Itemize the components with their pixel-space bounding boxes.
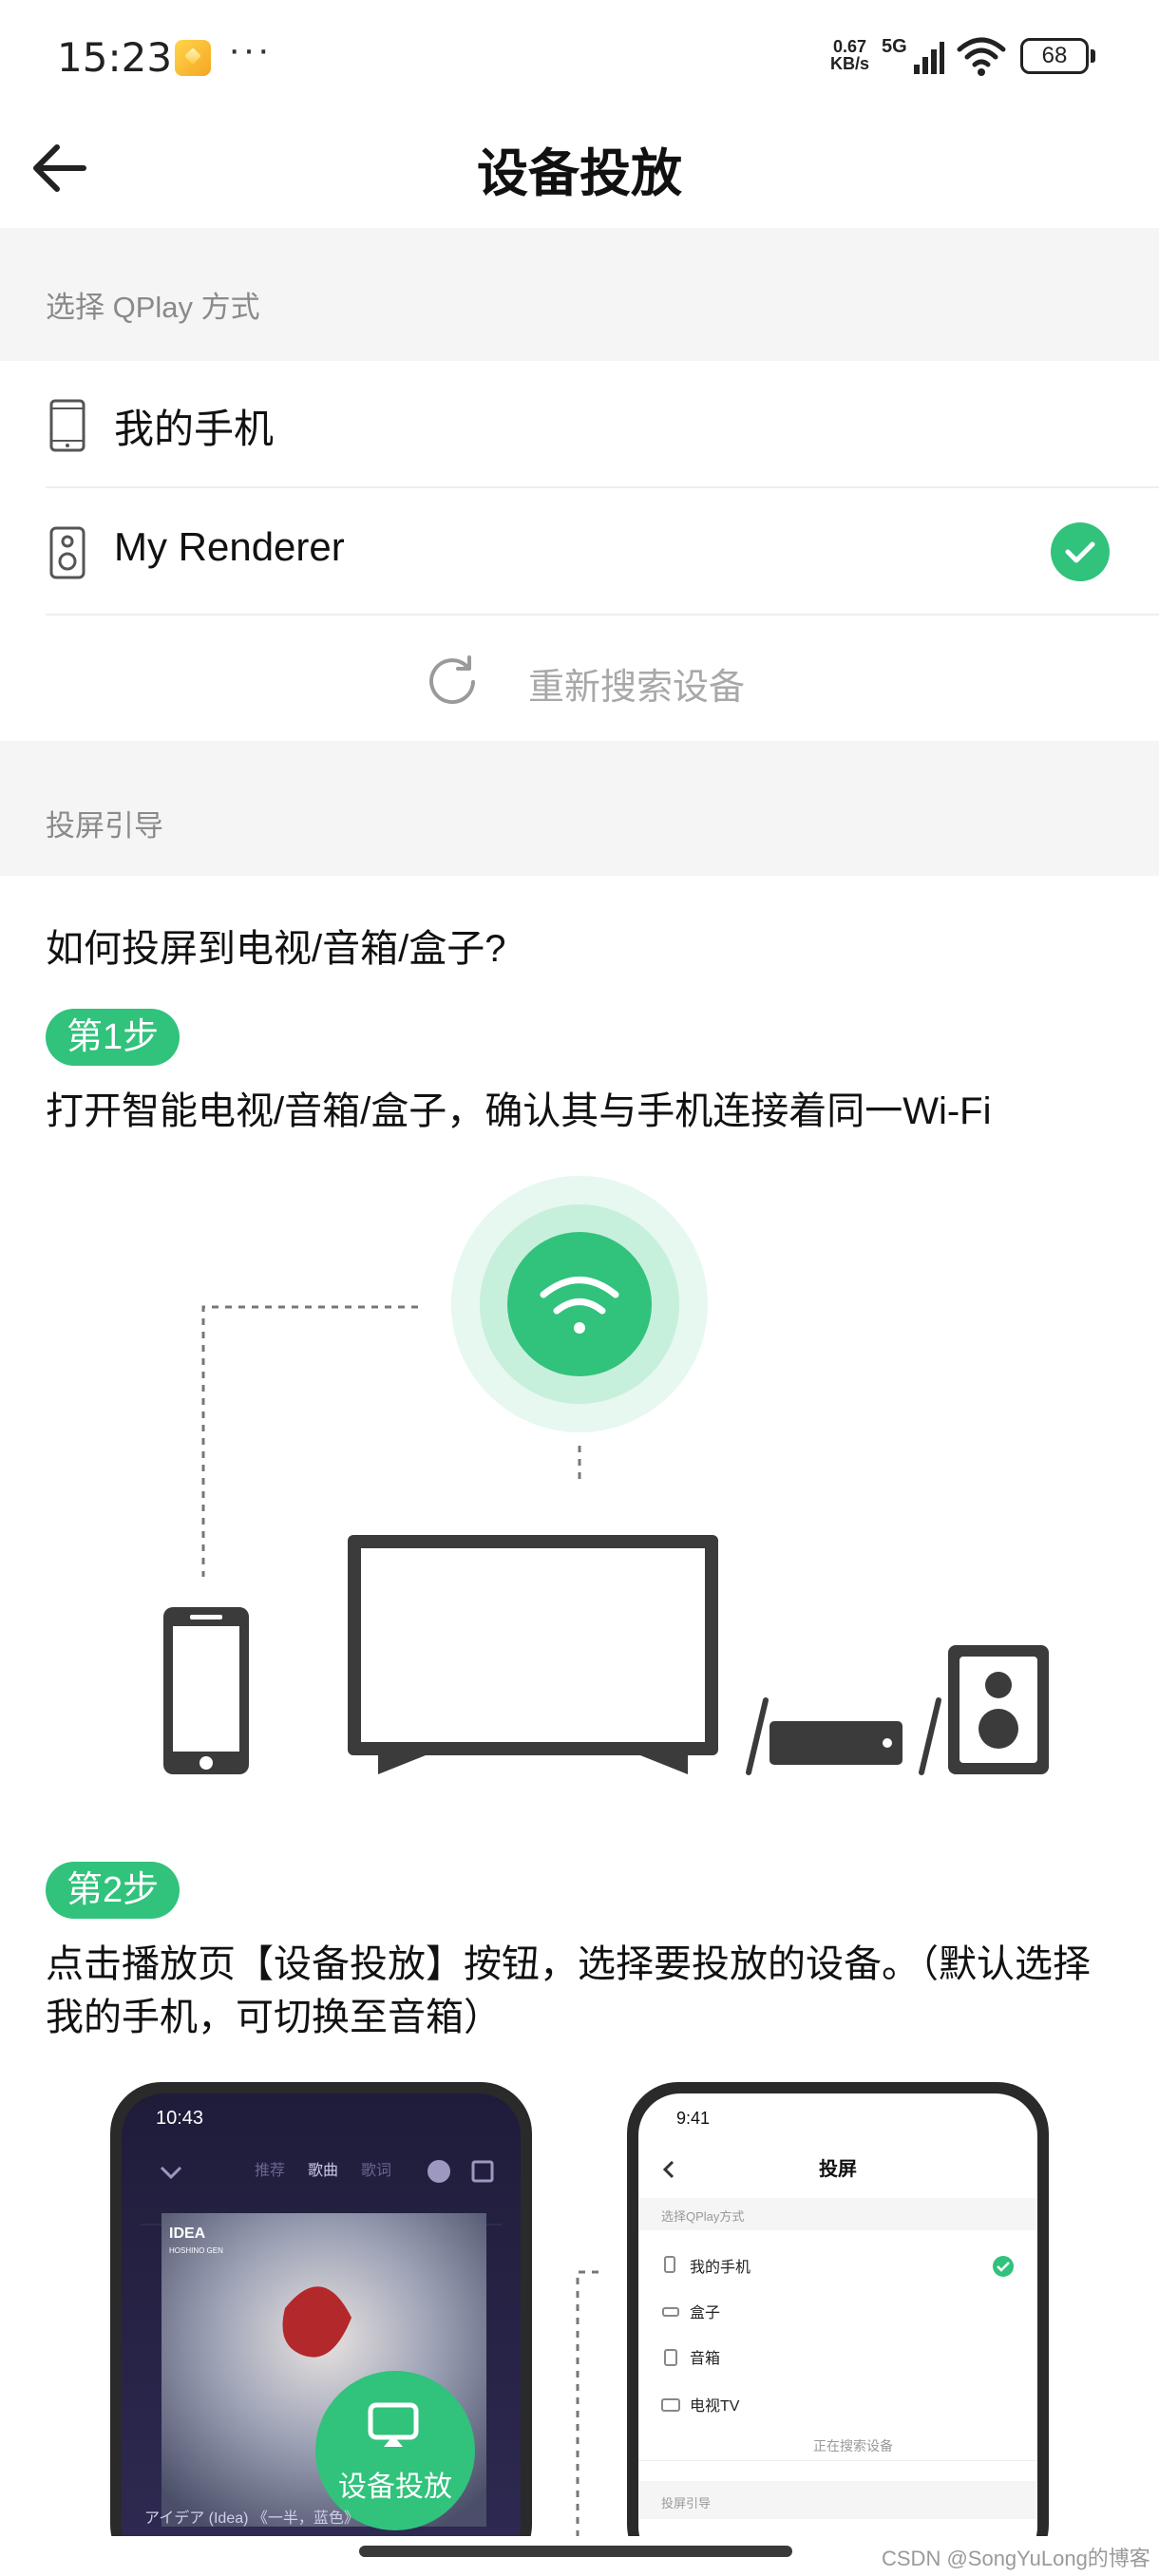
net-speed-value: 0.67: [832, 37, 867, 56]
right-phone-time: 9:41: [676, 2109, 710, 2128]
net-speed: 0.67 KB/s: [830, 38, 869, 72]
section-label-qplay: 选择 QPlay 方式: [46, 291, 260, 324]
right-phone-section-label: 选择QPlay方式: [661, 2209, 744, 2224]
step2-illustration: 10:43 推荐 歌曲 歌词 IDEA HOSHINO GEN アイデア (Id…: [0, 2071, 1159, 2536]
left-phone-mockup: [110, 2082, 532, 2536]
right-phone-item: 音箱: [690, 2350, 720, 2367]
step1-text: 打开智能电视/音箱/盒子，确认其与手机连接着同一Wi-Fi: [46, 1090, 992, 1132]
battery-level: 68: [1020, 38, 1089, 74]
left-phone-album-title: IDEA: [169, 2226, 206, 2242]
cast-button-label: 设备投放: [338, 2472, 452, 2503]
watermark: CSDN @SongYuLong的博客: [882, 2547, 1150, 2570]
box-illustration: [770, 1721, 902, 1765]
right-phone-searching: 正在搜索设备: [813, 2438, 893, 2453]
status-time: 15:23: [57, 34, 173, 81]
net-speed-unit: KB/s: [830, 54, 870, 73]
step2-text: 点击播放页【设备投放】按钮，选择要投放的设备。（默认选择我的手机，可切换至音箱）: [46, 1943, 1091, 2038]
left-phone-song: アイデア (Idea) 《一半，蓝色》: [144, 2509, 359, 2527]
refresh-icon: [429, 655, 475, 705]
refresh-search-button[interactable]: 重新搜索设备: [0, 617, 1159, 741]
phone-illustration: [163, 1607, 249, 1774]
guide-question: 如何投屏到电视/音箱/盒子?: [46, 928, 506, 970]
speaker-icon: [49, 526, 86, 579]
notes-app-icon: [175, 40, 211, 76]
section-header-guide: 投屏引导: [0, 741, 1159, 876]
section-label-guide: 投屏引导: [46, 809, 163, 843]
home-indicator[interactable]: [359, 2546, 792, 2557]
left-phone-tab: 推荐: [255, 2162, 285, 2179]
battery-tip: [1091, 49, 1095, 63]
status-bar: 15:23 ··· 0.67 KB/s 5G 68: [0, 0, 1159, 114]
dashed-connector: [576, 2270, 598, 2536]
section-header-qplay: 选择 QPlay 方式: [0, 228, 1159, 361]
right-phone-item: 电视TV: [690, 2397, 740, 2415]
right-phone-item: 我的手机: [690, 2259, 750, 2276]
step1-badge: 第1步: [46, 1009, 180, 1066]
left-phone-time: 10:43: [156, 2108, 203, 2129]
device-label: My Renderer: [114, 524, 345, 569]
device-label: 我的手机: [114, 407, 275, 451]
speaker-illustration: [948, 1645, 1049, 1774]
refresh-label: 重新搜索设备: [528, 668, 746, 708]
left-phone-tab: 歌词: [361, 2162, 391, 2179]
page-title: 设备投放: [477, 145, 682, 202]
left-phone-album-sub: HOSHINO GEN: [169, 2246, 223, 2255]
step2-badge: 第2步: [46, 1862, 180, 1919]
device-row-my-renderer[interactable]: My Renderer: [46, 488, 1159, 616]
check-icon: [1051, 522, 1110, 581]
device-row-my-phone[interactable]: 我的手机: [46, 361, 1159, 488]
step1-illustration: [163, 1176, 1049, 1775]
battery-icon: 68: [1020, 38, 1096, 74]
phone-mockups: 10:43 推荐 歌曲 歌词 IDEA HOSHINO GEN アイデア (Id…: [110, 2082, 1049, 2536]
right-phone-item: 盒子: [690, 2304, 720, 2321]
wifi-icon: [957, 37, 1006, 76]
more-notifications-icon: ···: [228, 28, 272, 70]
app-header: 设备投放: [0, 114, 1159, 228]
right-phone-guide-label: 投屏引导: [661, 2496, 711, 2510]
phone-icon: [49, 399, 86, 452]
tv-illustration: [348, 1535, 718, 1774]
signal-icon: [914, 42, 944, 74]
right-phone-title: 投屏: [819, 2157, 857, 2180]
slash-divider: [746, 1697, 769, 1775]
slash-divider: [919, 1697, 941, 1775]
left-phone-tab: 歌曲: [308, 2162, 338, 2179]
